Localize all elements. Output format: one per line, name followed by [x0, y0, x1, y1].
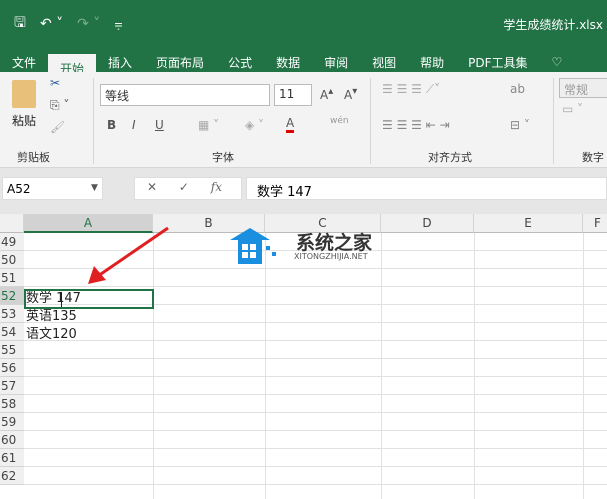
decrease-font-icon[interactable]: A▾ [344, 86, 357, 102]
merge-icon[interactable]: ⊟ ˅ [510, 118, 530, 132]
copy-icon[interactable]: ⎘ ˅ [50, 98, 69, 113]
wrap-text-icon[interactable]: ab [510, 82, 525, 96]
align-left-icon[interactable]: ☰ ☰ ☰ ⇤ ⇥ [382, 118, 450, 132]
font-color-button[interactable]: A [286, 116, 295, 133]
bold-button[interactable]: B [107, 118, 116, 132]
red-arrow-annotation [88, 226, 169, 284]
align-top-icon[interactable]: ☰ ☰ ☰ ⟋˅ [382, 82, 440, 97]
increase-font-icon[interactable]: A▴ [320, 86, 333, 102]
undo-icon[interactable]: ↶ ˅ [40, 16, 63, 32]
formula-input[interactable]: 数学 147 [246, 177, 607, 200]
format-painter-icon[interactable]: 🖌 [50, 120, 65, 134]
ribbon: 粘贴 ✂ ⎘ ˅ 🖌 剪贴板 等线 11 A▴ A▾ B I U ▦ ˅ ◈ ˅… [0, 72, 607, 168]
cancel-icon[interactable]: ✕ [147, 180, 157, 194]
formula-buttons: ✕ ✓ fx [134, 177, 242, 200]
customize-qat-icon[interactable]: ⩦ [114, 16, 122, 32]
name-box[interactable]: A52 [2, 177, 103, 200]
underline-button[interactable]: U [155, 118, 164, 132]
number-group-label: 数字 [582, 151, 604, 164]
window-title: 学生成绩统计.xlsx [503, 18, 603, 32]
currency-icon[interactable]: ▭ ˅ [562, 102, 583, 116]
number-format-select[interactable]: 常规 [559, 78, 607, 98]
clipboard-group-label: 剪贴板 [17, 151, 50, 164]
paste-icon[interactable] [12, 80, 36, 108]
spreadsheet-grid: A B C D E F 49 50 51 52 53 54 55 56 57 58 59 60 61 62… [0, 214, 607, 499]
insert-function-icon[interactable]: fx [211, 180, 222, 194]
enter-icon[interactable]: ✓ [179, 180, 189, 194]
save-icon[interactable]: 🖫 [14, 12, 26, 36]
cut-icon[interactable]: ✂ [50, 76, 60, 90]
font-size-select[interactable]: 11 [274, 84, 312, 106]
italic-button[interactable]: I [132, 118, 136, 132]
font-name-select[interactable]: 等线 [100, 84, 270, 106]
paste-button[interactable]: 粘贴 [12, 112, 36, 129]
phonetic-icon[interactable]: wén [330, 116, 349, 126]
formula-bar: A52 ▼ ✕ ✓ fx 数学 147 [0, 168, 607, 214]
alignment-group-label: 对齐方式 [428, 151, 472, 164]
redo-icon[interactable]: ↷ ˅ [77, 16, 100, 32]
fill-color-icon[interactable]: ◈ ˅ [245, 118, 264, 132]
font-group-label: 字体 [212, 151, 234, 164]
border-icon[interactable]: ▦ ˅ [198, 118, 219, 132]
